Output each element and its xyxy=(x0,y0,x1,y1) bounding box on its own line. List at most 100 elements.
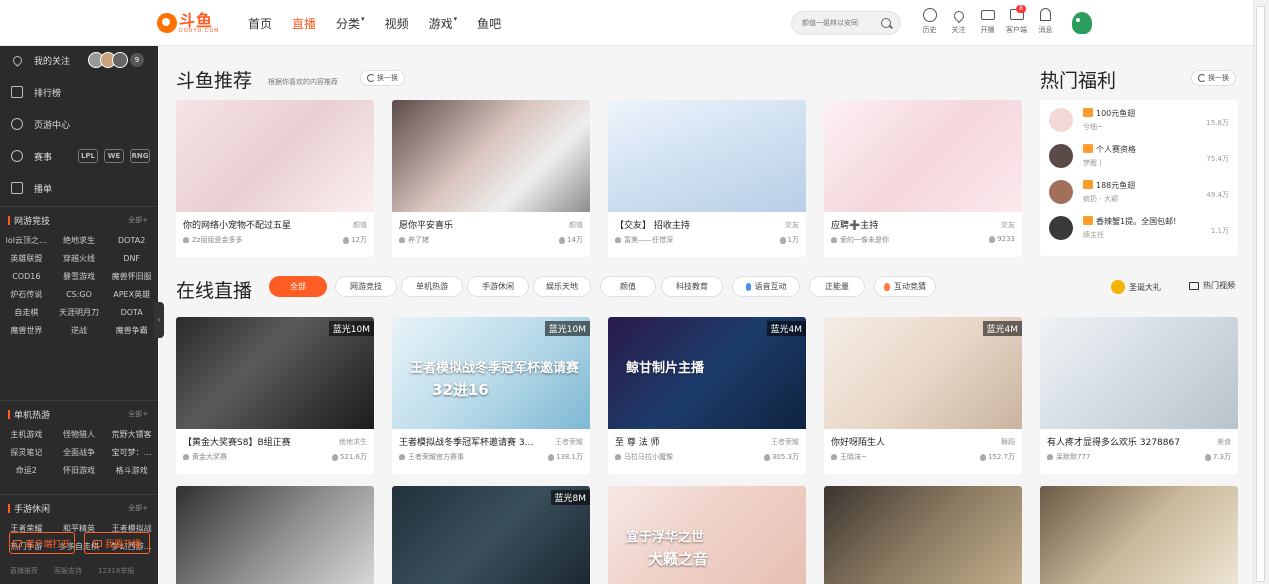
christmas-gift-link[interactable]: 圣诞大礼 xyxy=(1111,280,1161,294)
category-link[interactable]: 全面战争 xyxy=(53,444,106,462)
category-link[interactable]: DOTA xyxy=(105,304,158,322)
live-cards-card[interactable]: 蓝光10M 王者模拟战冬季冠军杯邀请赛 32进16 王者模拟战冬季冠军杯邀请赛 3… 王… xyxy=(392,317,590,474)
sidebar-collapse-button[interactable]: ‹ xyxy=(154,302,164,338)
header-tool-1[interactable]: 关注 xyxy=(944,8,973,40)
category-all-link[interactable]: 全部+ xyxy=(128,409,148,419)
category-link[interactable]: 英雄联盟 xyxy=(0,250,53,268)
category-link[interactable]: CS:GO xyxy=(53,286,106,304)
team-logo-we[interactable]: WE xyxy=(104,149,124,163)
welfare-item[interactable]: 个人赛资格 梦醒丨 75.4万 xyxy=(1040,138,1238,174)
team-logo-rng[interactable]: RNG xyxy=(130,149,150,163)
stream-title[interactable]: 【交友】 招收主持 xyxy=(615,218,765,231)
category-link[interactable]: DNF xyxy=(105,250,158,268)
category-link[interactable]: 探灵笔记 xyxy=(0,444,53,462)
welfare-user[interactable]: 梦醒丨 xyxy=(1083,158,1104,168)
stream-category[interactable]: 交友 xyxy=(1001,220,1015,230)
welfare-title[interactable]: 香辣蟹1提。全国包邮! xyxy=(1096,216,1176,227)
category-link[interactable]: DOTA2 xyxy=(105,232,158,250)
live-row2-card[interactable]: 蓝光8M xyxy=(392,486,590,584)
live-cards-card[interactable]: 蓝光4M 鲸甘制片主播至 尊 法 师王者荣耀 马拉马拉小魔豫 305.3万 xyxy=(608,317,806,474)
stream-thumbnail[interactable] xyxy=(176,486,374,584)
stream-category[interactable]: 颜值 xyxy=(353,220,367,230)
streamer-name[interactable]: 爱的一像未是你 xyxy=(831,235,889,245)
live-row2-card[interactable] xyxy=(176,486,374,584)
welfare-user[interactable]: 兮柚~ xyxy=(1083,122,1103,132)
category-link[interactable]: 穿越火线 xyxy=(53,250,106,268)
recommend-cards-card[interactable]: 愿你平安喜乐 颜值 养了猪 14万 xyxy=(392,100,590,257)
category-link[interactable]: 魔兽世界 xyxy=(0,322,53,340)
followed-avatars[interactable]: 9 xyxy=(88,52,144,68)
stream-category[interactable]: 王者荣耀 xyxy=(555,437,583,447)
sidebar-item-webgames[interactable]: 页游中心 xyxy=(0,110,158,138)
recommend-cards-card[interactable]: 【交友】 招收主持 交友 富美——任惜深 1万 xyxy=(608,100,806,257)
search-input[interactable] xyxy=(802,16,878,30)
category-all-link[interactable]: 全部+ xyxy=(128,503,148,513)
sidebar-item-follow[interactable]: 我的关注 9 xyxy=(0,46,158,74)
nav-item-5[interactable]: 鱼吧 xyxy=(477,15,501,32)
search-icon[interactable] xyxy=(881,18,891,28)
avatar[interactable] xyxy=(1049,180,1073,204)
stream-category[interactable]: 颜值 xyxy=(569,220,583,230)
welfare-user[interactable]: 牍主任 xyxy=(1083,230,1104,240)
recommend-cards-card[interactable]: 你的网络小宠物不配过五星 颜值 Zz屈屈是金多多 12万 xyxy=(176,100,374,257)
streamer-name[interactable]: Zz屈屈是金多多 xyxy=(183,235,242,245)
stream-category[interactable]: 交友 xyxy=(785,220,799,230)
live-cards-card[interactable]: 蓝光4M 你好呀陌生人 舞蹈 王晓沫~ 152.7万 xyxy=(824,317,1022,474)
avatar[interactable] xyxy=(1049,216,1073,240)
live-cards-card[interactable]: 蓝光10M 【黄金大奖赛S8】B组正赛 绝地求生 黄金大奖赛 521.6万 xyxy=(176,317,374,474)
welfare-title[interactable]: 188元鱼翅 xyxy=(1096,180,1135,191)
avatar[interactable] xyxy=(1049,144,1073,168)
nav-item-3[interactable]: 视频 xyxy=(385,15,409,32)
stream-thumbnail[interactable] xyxy=(608,100,806,212)
category-title[interactable]: 手游休闲 xyxy=(8,502,50,515)
live-tab-2[interactable]: 单机热游 xyxy=(401,276,463,297)
avatar[interactable] xyxy=(1049,108,1073,132)
footer-link-report[interactable]: 12318举报 xyxy=(98,566,134,576)
live-tab-6[interactable]: 科技教育 xyxy=(661,276,723,297)
douyu-logo[interactable]: 斗鱼 DOUYU.COM xyxy=(157,10,220,36)
nav-item-4[interactable]: 游戏▾ xyxy=(429,15,458,32)
live-tab-0[interactable]: 全部 xyxy=(269,276,327,297)
welfare-item[interactable]: 188元鱼翅 疯扔 - 大颖 49.4万 xyxy=(1040,174,1238,210)
footer-link-recommend[interactable]: 直播推荐 xyxy=(10,566,38,576)
category-link[interactable]: COD16 xyxy=(0,268,53,286)
stream-thumbnail[interactable] xyxy=(176,100,374,212)
category-link[interactable]: 格斗游戏 xyxy=(105,462,158,480)
stream-category[interactable]: 王者荣耀 xyxy=(771,437,799,447)
live-row2-card[interactable] xyxy=(1040,486,1238,584)
category-link[interactable]: 荒野大镖客 xyxy=(105,426,158,444)
streamer-name[interactable]: 马拉马拉小魔豫 xyxy=(615,452,673,462)
streamer-name[interactable]: 黄金大奖赛 xyxy=(183,452,227,462)
team-logo-lpl[interactable]: LPL xyxy=(78,149,98,163)
sidebar-item-events[interactable]: 赛事 LPL WE RNG xyxy=(0,142,158,170)
live-tab-1[interactable]: 网游竞技 xyxy=(335,276,397,297)
header-tool-3[interactable]: 客户端 8 xyxy=(1002,5,1031,40)
stream-title[interactable]: 王者模拟战冬季冠军杯邀请赛 3… xyxy=(399,435,549,448)
nav-item-1[interactable]: 直播 xyxy=(292,15,316,32)
category-link[interactable]: 炉石传说 xyxy=(0,286,53,304)
header-tool-0[interactable]: 历史 xyxy=(915,8,944,40)
welfare-refresh-button[interactable]: 换一换 xyxy=(1191,70,1236,86)
streamer-name[interactable]: 王者荣耀官方赛事 xyxy=(399,452,464,462)
recommend-refresh-button[interactable]: 换一换 xyxy=(360,70,405,86)
category-link[interactable]: 自走棋 xyxy=(0,304,53,322)
streamer-name[interactable]: 富美——任惜深 xyxy=(615,235,673,245)
live-cards-card[interactable]: 有人疼才显得多么欢乐 3278867 美食 呆默默777 7.3万 xyxy=(1040,317,1238,474)
streamer-name[interactable]: 呆默默777 xyxy=(1047,452,1090,462)
category-title[interactable]: 网游竞技 xyxy=(8,214,50,227)
category-link[interactable]: 命运2 xyxy=(0,462,53,480)
category-link[interactable]: 魔兽争霸 xyxy=(105,322,158,340)
category-link[interactable]: 暴雪游戏 xyxy=(53,268,106,286)
stream-category[interactable]: 美食 xyxy=(1217,437,1231,447)
category-link[interactable]: 逆战 xyxy=(53,322,106,340)
welfare-item[interactable]: 100元鱼翅 兮柚~ 15.8万 xyxy=(1040,102,1238,138)
user-avatar[interactable] xyxy=(1066,8,1096,38)
stream-title[interactable]: 至 尊 法 师 xyxy=(615,435,765,448)
stream-title[interactable]: 愿你平安喜乐 xyxy=(399,218,549,231)
stream-title[interactable]: 你的网络小宠物不配过五星 xyxy=(183,218,333,231)
open-client-button[interactable]: 客户端打开 xyxy=(9,532,75,554)
nav-item-0[interactable]: 首页 xyxy=(248,15,272,32)
streamer-name[interactable]: 王晓沫~ xyxy=(831,452,867,462)
live-tab-4[interactable]: 娱乐天地 xyxy=(533,276,591,297)
stream-thumbnail[interactable] xyxy=(824,486,1022,584)
